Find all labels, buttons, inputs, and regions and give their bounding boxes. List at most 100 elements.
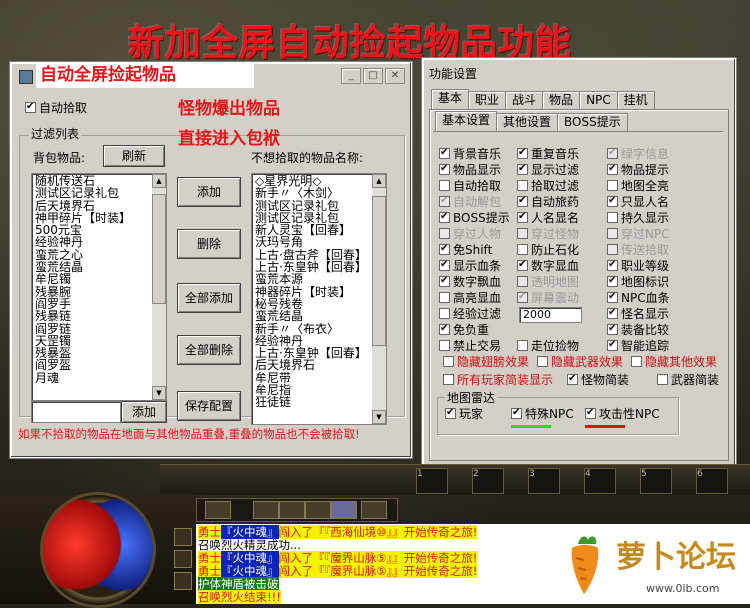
exp-filter-input[interactable]: 2000 [519,307,582,323]
list-item[interactable]: 新手〃〈木剑〉 [255,187,383,199]
scroll-thumb[interactable] [372,196,386,346]
maximize-button[interactable]: □ [363,68,383,84]
option-toggle[interactable]: 防止石化 [517,243,579,257]
list-item[interactable]: 秘号残卷 [255,298,383,310]
scroll-down-icon[interactable]: ▼ [372,410,386,424]
add-button[interactable]: 添加 [177,177,241,207]
hide-wings-toggle[interactable]: 隐藏翅膀效果 [443,355,529,369]
all-players-simple-toggle[interactable]: 所有玩家简装显示 [443,373,553,387]
option-toggle[interactable]: 只显人名 [607,194,669,209]
channel-icon[interactable] [279,501,305,519]
option-toggle[interactable]: 高亮显血 [439,291,501,305]
list-item[interactable]: 500元宝 [35,224,163,236]
option-toggle[interactable]: 穿过NPC [607,227,670,241]
add-item-button[interactable]: 添加 [121,401,167,423]
scroll-up-icon[interactable]: ▲ [152,174,166,188]
option-toggle[interactable]: 装备比较 [607,322,669,337]
channel-icon[interactable] [205,501,231,519]
save-config-button[interactable]: 保存配置 [177,391,241,421]
hotkey-slot[interactable]: 2 [472,468,504,494]
option-toggle[interactable]: 怪名显示 [607,306,669,321]
hotkey-slot[interactable]: 5 [640,468,672,494]
list-item[interactable]: ◇星界光明◇ [255,175,383,187]
option-toggle[interactable]: 人名显名 [517,210,579,225]
option-toggle[interactable]: 免负重 [439,322,489,337]
option-toggle[interactable]: 显示过滤 [517,162,579,177]
list-item[interactable]: 经验神丹 [255,335,383,347]
list-item[interactable]: 随机传送石 [35,175,163,187]
hotkey-slot[interactable]: 3 [528,468,560,494]
option-toggle[interactable]: NPC血条 [607,290,670,305]
scroll-up-icon[interactable]: ▲ [372,174,386,188]
list-item[interactable]: 上古·东皇钟【回春】 [255,347,383,359]
auto-pickup-toggle[interactable]: 自动拾取 [25,100,87,115]
list-item[interactable]: 神甲碎片【时装】 [35,212,163,224]
option-toggle[interactable]: 穿过怪物 [517,227,579,241]
option-toggle[interactable]: 自动旅药 [517,194,579,209]
hide-other-toggle[interactable]: 隐藏其他效果 [631,355,717,369]
channel-icon[interactable] [253,501,279,519]
list-item[interactable]: 新手〃〈布衣〉 [255,323,383,335]
tab-5[interactable]: 挂机 [616,91,655,109]
scrollbar[interactable]: ▲ ▼ [372,174,386,424]
refresh-button[interactable]: 刷新 [103,145,165,167]
monster-simple-toggle[interactable]: 怪物简装 [567,372,629,387]
option-toggle[interactable]: 自动拾取 [439,179,501,193]
list-item[interactable]: 牟尼指 [255,384,383,396]
weapon-simple-toggle[interactable]: 武器简装 [657,373,719,387]
channel-icon[interactable] [331,501,357,519]
list-item[interactable]: 残暴腕 [35,286,163,298]
add-all-button[interactable]: 全部添加 [177,283,241,313]
option-toggle[interactable]: 重复音乐 [517,146,579,161]
option-toggle[interactable]: 地图全亮 [607,179,669,193]
option-toggle[interactable]: BOSS提示 [439,210,510,225]
list-item[interactable]: 蛮荒之心 [35,249,163,261]
option-toggle[interactable]: 显示血条 [439,258,501,273]
list-item[interactable]: 阎罗盔 [35,359,163,371]
tab-0[interactable]: 基本 [431,89,470,109]
close-button[interactable]: ✕ [385,68,405,84]
list-item[interactable]: 阎罗链 [35,323,163,335]
option-toggle[interactable]: 背景音乐 [439,146,501,161]
list-item[interactable]: 狂徒链 [255,396,383,408]
scrollbar[interactable]: ▲ ▼ [152,174,166,400]
unwanted-items-list[interactable]: ◇星界光明◇ 新手〃〈木剑〉 测试区记录礼包 测试区记录礼包 新人灵宝【回春】 沃玛号角上… [251,173,387,425]
list-item[interactable]: 天罡镯 [35,335,163,347]
option-toggle[interactable]: 走位捡物 [517,339,579,353]
list-item[interactable]: 后天境界石 [255,359,383,371]
list-item[interactable]: 经验神丹 [35,236,163,248]
minimize-button[interactable]: _ [341,68,361,84]
list-item[interactable]: 残暴链 [35,310,163,322]
channel-icon[interactable] [305,501,331,519]
option-toggle[interactable]: 传送拾取 [607,243,669,257]
list-item[interactable]: 测试区记录礼包 [35,187,163,199]
option-toggle[interactable]: 绿字信息 [607,146,669,161]
hotkey-slot[interactable]: 1 [416,468,448,494]
list-item[interactable]: 蛮荒结晶 [35,261,163,273]
option-toggle[interactable]: 持久显示 [607,211,669,225]
side-button-1[interactable] [174,528,192,546]
list-item[interactable]: 沃玛号角 [255,236,383,248]
list-item[interactable]: 月魂 [35,372,163,384]
option-toggle[interactable]: 数字飘血 [439,274,501,289]
hotkey-slot[interactable]: 6 [696,468,728,494]
side-button-3[interactable] [174,572,192,590]
radar-player-toggle[interactable]: 玩家 [445,406,483,421]
list-item[interactable]: 蛮荒本源 [255,273,383,285]
option-toggle[interactable]: 职业等级 [607,258,669,273]
option-toggle[interactable]: 穿过人物 [439,227,501,241]
option-toggle[interactable]: 免Shift [439,242,492,257]
hotkey-slot[interactable]: 4 [584,468,616,494]
subtab-0[interactable]: 基本设置 [435,111,498,131]
option-toggle[interactable]: 物品显示 [439,162,501,177]
tab-1[interactable]: 职业 [468,91,507,109]
radar-hostile-npc-toggle[interactable]: 攻击性NPC [585,406,660,421]
list-item[interactable]: 后天境界石 [35,200,163,212]
list-item[interactable]: 蛮荒结晶 [255,310,383,322]
radar-special-npc-toggle[interactable]: 特殊NPC [511,406,574,421]
option-toggle[interactable]: 禁止交易 [439,339,501,353]
hide-weapon-toggle[interactable]: 隐藏武器效果 [537,355,623,369]
tab-4[interactable]: NPC [579,91,618,109]
scroll-thumb[interactable] [152,194,166,304]
list-item[interactable]: 神器碎片【时装】 [255,286,383,298]
